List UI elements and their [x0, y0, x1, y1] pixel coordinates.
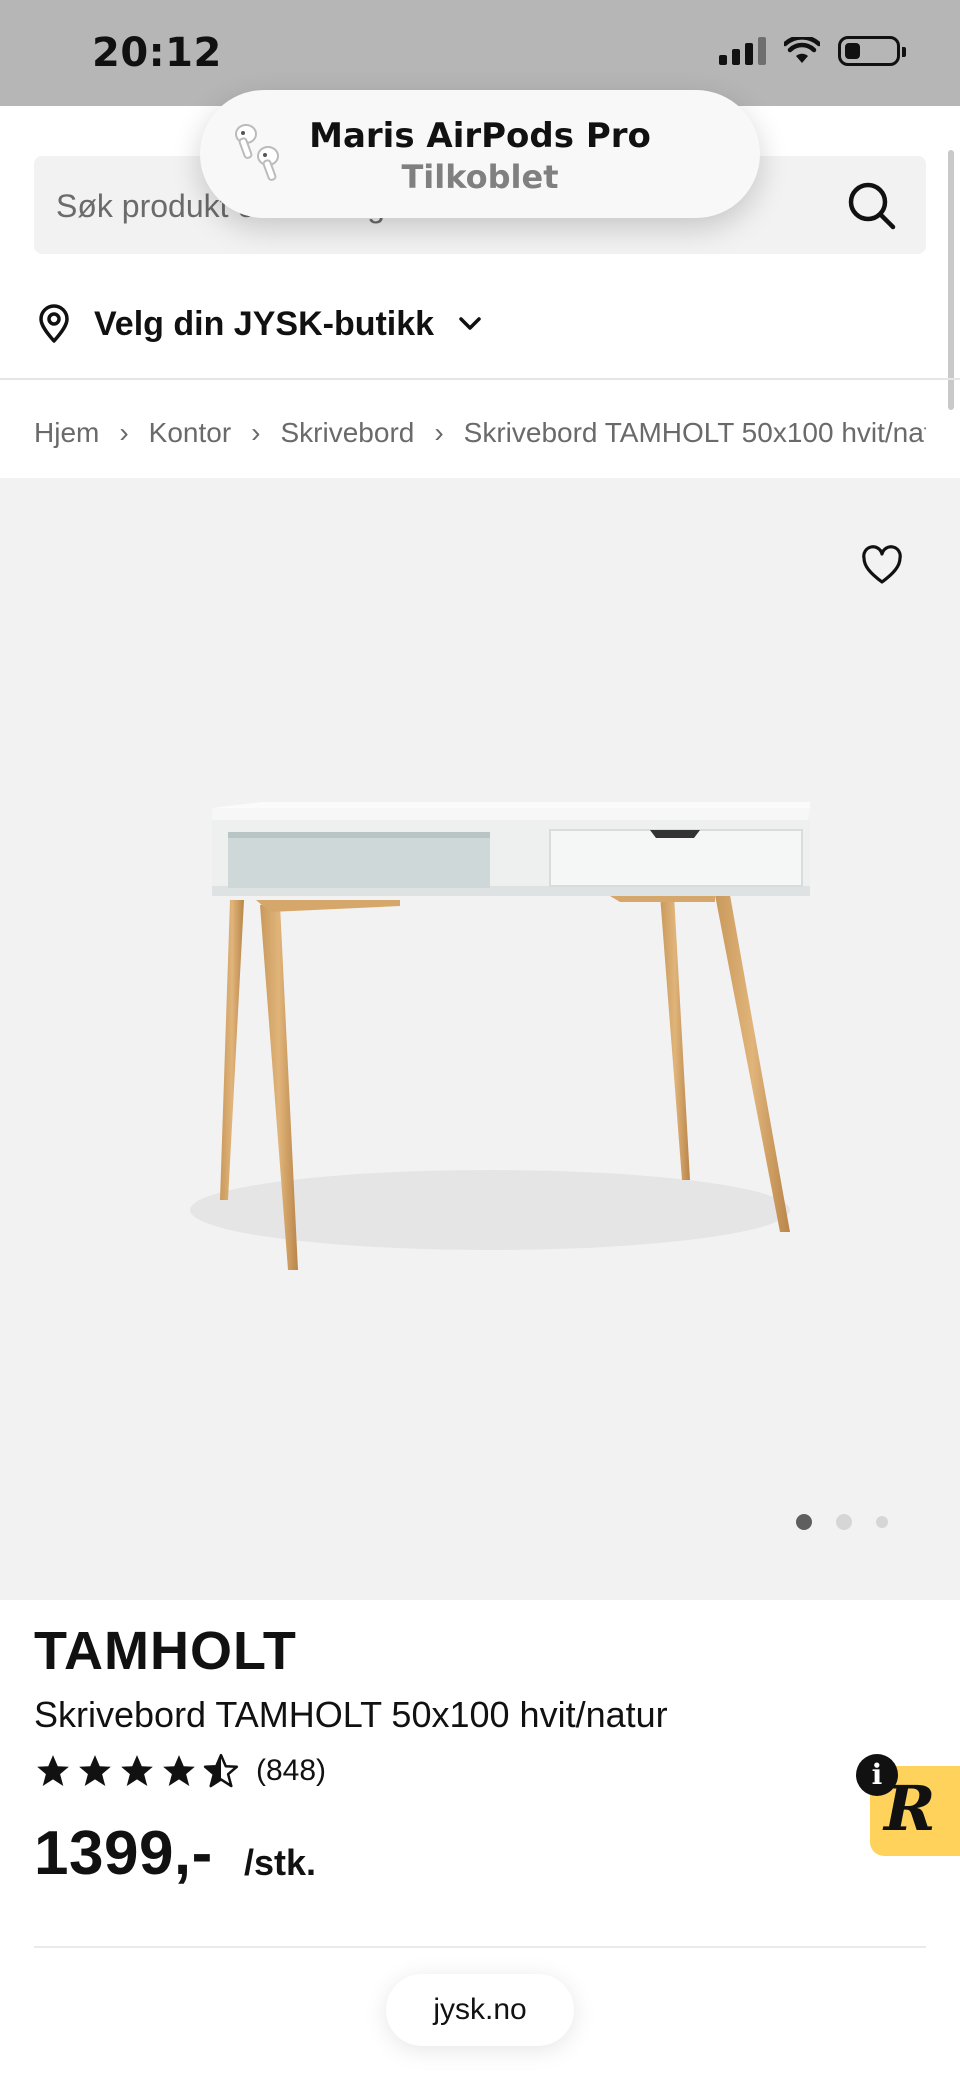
- star-full-icon: [37, 1755, 69, 1787]
- store-label: Velg din JYSK-butikk: [94, 304, 435, 343]
- info-icon[interactable]: i: [856, 1754, 898, 1796]
- status-icons: [719, 36, 906, 66]
- breadcrumb-kontor[interactable]: Kontor: [149, 417, 232, 449]
- browser-url-bar[interactable]: jysk.no: [386, 1974, 574, 2046]
- breadcrumb: Hjem › Kontor › Skrivebord › Skrivebord …: [34, 410, 926, 456]
- gallery-dot-3[interactable]: [876, 1516, 888, 1528]
- scrollbar[interactable]: [948, 150, 954, 410]
- breadcrumb-skrivebord[interactable]: Skrivebord: [281, 417, 415, 449]
- breadcrumb-current: Skrivebord TAMHOLT 50x100 hvit/natur: [463, 417, 926, 448]
- product-rating[interactable]: (848): [34, 1752, 326, 1790]
- gallery-pagination: [796, 1514, 888, 1530]
- star-full-icon: [121, 1755, 153, 1787]
- wifi-icon: [784, 37, 820, 63]
- airpods-title: Maris AirPods Pro: [309, 116, 651, 156]
- chevron-down-icon: [459, 317, 481, 330]
- heart-icon[interactable]: [860, 544, 904, 588]
- product-title: Skrivebord TAMHOLT 50x100 hvit/natur: [34, 1694, 668, 1735]
- product-image: [190, 802, 810, 1270]
- star-full-icon: [79, 1755, 111, 1787]
- product-price: 1399,-: [34, 1819, 213, 1888]
- airpods-popup[interactable]: Maris AirPods Pro Tilkoblet: [200, 90, 760, 218]
- breadcrumb-home[interactable]: Hjem: [34, 417, 99, 449]
- divider: [34, 1946, 926, 1948]
- search-icon[interactable]: [846, 180, 898, 232]
- chevron-right-icon: ›: [434, 417, 444, 448]
- divider: [0, 378, 960, 380]
- gallery-dot-2[interactable]: [836, 1514, 852, 1530]
- product-brand: TAMHOLT: [34, 1621, 297, 1681]
- star-full-icon: [163, 1755, 195, 1787]
- price-unit: /stk.: [244, 1842, 317, 1883]
- review-count[interactable]: (848): [256, 1754, 326, 1788]
- location-pin-icon: [39, 304, 69, 343]
- status-time: 20:12: [92, 30, 222, 76]
- store-selector[interactable]: Velg din JYSK-butikk: [36, 304, 484, 344]
- star-half-icon: [203, 1753, 239, 1788]
- airpods-status: Tilkoblet: [401, 158, 559, 196]
- battery-level: [845, 43, 860, 59]
- chevron-right-icon: ›: [251, 417, 261, 448]
- battery-icon: [838, 36, 906, 66]
- cellular-signal-icon: [719, 37, 766, 65]
- chevron-right-icon: ›: [119, 417, 129, 448]
- gallery-dot-1[interactable]: [796, 1514, 812, 1530]
